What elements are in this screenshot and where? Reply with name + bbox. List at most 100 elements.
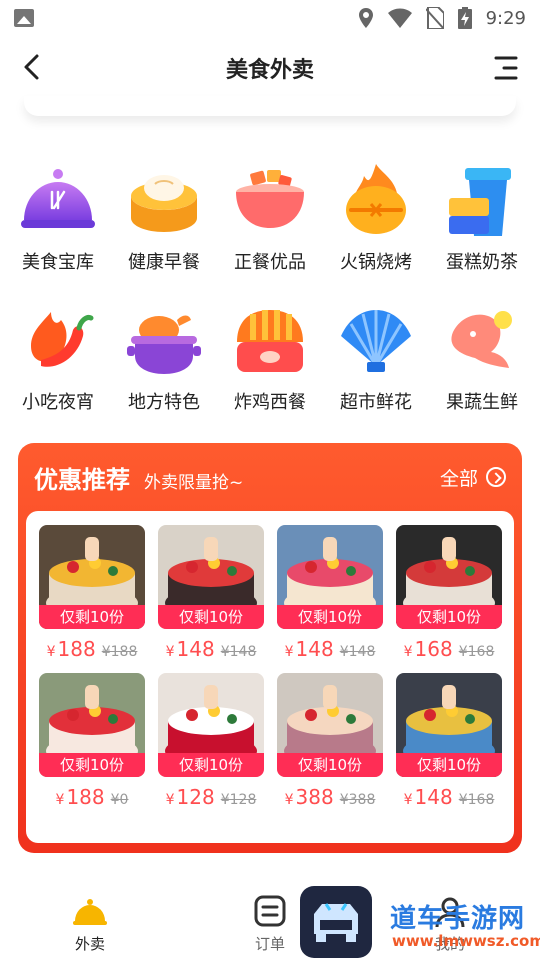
category-dangao[interactable]: 蛋糕奶茶 bbox=[442, 162, 522, 274]
product-grid: 仅剩10份 ¥188 ¥188 仅剩10份 ¥148 ¥148 仅剩10份 ¥148 ¥148 仅… bbox=[39, 525, 502, 809]
wifi-icon bbox=[387, 8, 412, 28]
product-card[interactable]: 仅剩10份 ¥128 ¥128 bbox=[158, 673, 264, 809]
view-all-button[interactable]: 全部 bbox=[440, 464, 506, 491]
product-card[interactable]: 仅剩10份 ¥388 ¥388 bbox=[277, 673, 383, 809]
shell-icon bbox=[341, 310, 411, 372]
current-price: ¥128 bbox=[166, 785, 215, 809]
price-row: ¥148 ¥168 bbox=[396, 785, 502, 809]
current-price: ¥188 bbox=[56, 785, 105, 809]
currency-symbol: ¥ bbox=[403, 792, 413, 808]
current-price: ¥168 bbox=[404, 637, 453, 661]
stock-tag: 仅剩10份 bbox=[39, 753, 145, 777]
category-label: 蛋糕奶茶 bbox=[446, 252, 518, 273]
stock-tag: 仅剩10份 bbox=[396, 753, 502, 777]
product-card[interactable]: 仅剩10份 ¥188 ¥188 bbox=[39, 525, 145, 661]
category-xiaochi[interactable]: 小吃夜宵 bbox=[18, 302, 98, 414]
chevron-right-circle-icon bbox=[486, 467, 506, 487]
clock-time: 9:29 bbox=[485, 7, 526, 29]
current-price: ¥388 bbox=[285, 785, 334, 809]
category-label: 火锅烧烤 bbox=[340, 252, 412, 273]
category-chaoshi[interactable]: 超市鲜花 bbox=[336, 302, 416, 414]
original-price: ¥168 bbox=[458, 644, 495, 660]
product-image: 仅剩10份 bbox=[277, 673, 383, 777]
category-label: 美食宝库 bbox=[22, 252, 94, 273]
promo-section: 优惠推荐 外卖限量抢~ 全部 仅剩10份 ¥188 ¥188 仅剩10份 ¥148 ¥14… bbox=[18, 443, 522, 853]
product-card[interactable]: 仅剩10份 ¥168 ¥168 bbox=[396, 525, 502, 661]
location-icon bbox=[358, 8, 373, 28]
hotpot-flame-icon bbox=[346, 164, 406, 234]
category-label: 超市鲜花 bbox=[340, 392, 412, 413]
cloche-tab-icon bbox=[73, 899, 107, 925]
page-title: 美食外卖 bbox=[225, 58, 314, 83]
product-card[interactable]: 仅剩10份 ¥148 ¥148 bbox=[277, 525, 383, 661]
stock-tag: 仅剩10份 bbox=[277, 605, 383, 629]
product-card[interactable]: 仅剩10份 ¥148 ¥148 bbox=[158, 525, 264, 661]
back-arrow-icon[interactable] bbox=[18, 52, 48, 82]
currency-symbol: ¥ bbox=[55, 792, 65, 808]
category-label: 炸鸡西餐 bbox=[234, 392, 306, 413]
price-row: ¥168 ¥168 bbox=[396, 637, 502, 661]
stock-tag: 仅剩10份 bbox=[158, 605, 264, 629]
cloche-icon bbox=[21, 169, 95, 228]
product-image: 仅剩10份 bbox=[396, 673, 502, 777]
watermark-title: 道车手游网 bbox=[390, 904, 526, 934]
currency-symbol: ¥ bbox=[284, 792, 294, 808]
current-price: ¥148 bbox=[285, 637, 334, 661]
stock-tag: 仅剩10份 bbox=[277, 753, 383, 777]
status-bar: 9:29 bbox=[0, 0, 540, 36]
product-image: 仅剩10份 bbox=[39, 673, 145, 777]
current-price: ¥148 bbox=[404, 785, 453, 809]
category-zaocan[interactable]: 健康早餐 bbox=[124, 162, 204, 274]
nav-header: 美食外卖 bbox=[0, 36, 540, 100]
category-meishi[interactable]: 美食宝库 bbox=[18, 162, 98, 274]
product-card[interactable]: 仅剩10份 ¥188 ¥0 bbox=[39, 673, 145, 809]
original-price: ¥188 bbox=[101, 644, 138, 660]
sushi-icon bbox=[237, 310, 303, 372]
product-card[interactable]: 仅剩10份 ¥148 ¥168 bbox=[396, 673, 502, 809]
currency-symbol: ¥ bbox=[165, 644, 175, 660]
gallery-icon bbox=[14, 9, 34, 27]
product-image: 仅剩10份 bbox=[277, 525, 383, 629]
price-value: 128 bbox=[176, 785, 215, 809]
price-row: ¥188 ¥188 bbox=[39, 637, 145, 661]
category-grid: 美食宝库 健康早餐 正餐优品 火锅烧烤 蛋糕奶茶 小吃夜宵 地方特色 炸鸡西餐 … bbox=[0, 162, 540, 414]
price-row: ¥148 ¥148 bbox=[158, 637, 264, 661]
watermark-url: www.lmwwsz.com bbox=[392, 932, 540, 950]
current-price: ¥148 bbox=[166, 637, 215, 661]
dumpling-steamer-icon bbox=[131, 175, 197, 232]
original-price: ¥128 bbox=[220, 792, 257, 808]
category-label: 果蔬生鲜 bbox=[446, 392, 518, 413]
category-label: 健康早餐 bbox=[128, 252, 200, 273]
category-label: 小吃夜宵 bbox=[22, 392, 94, 413]
menu-icon[interactable] bbox=[494, 54, 518, 82]
category-huoguo[interactable]: 火锅烧烤 bbox=[336, 162, 416, 274]
currency-symbol: ¥ bbox=[165, 792, 175, 808]
product-image: 仅剩10份 bbox=[158, 673, 264, 777]
stock-tag: 仅剩10份 bbox=[158, 753, 264, 777]
promo-products-panel: 仅剩10份 ¥188 ¥188 仅剩10份 ¥148 ¥148 仅剩10份 ¥148 ¥148 仅… bbox=[26, 511, 514, 843]
price-value: 148 bbox=[295, 637, 334, 661]
original-price: ¥0 bbox=[110, 792, 129, 808]
order-list-icon bbox=[254, 895, 286, 927]
tab-label: 外卖 bbox=[74, 935, 105, 953]
view-all-label: 全部 bbox=[439, 467, 478, 490]
price-value: 188 bbox=[57, 637, 96, 661]
current-price: ¥188 bbox=[47, 637, 96, 661]
fish-icon bbox=[451, 311, 512, 368]
original-price: ¥148 bbox=[339, 644, 376, 660]
category-zhaji[interactable]: 炸鸡西餐 bbox=[230, 302, 310, 414]
product-image: 仅剩10份 bbox=[396, 525, 502, 629]
price-row: ¥148 ¥148 bbox=[277, 637, 383, 661]
price-value: 168 bbox=[414, 637, 453, 661]
watermark-logo bbox=[300, 886, 372, 958]
tab-waimai[interactable]: 外卖 bbox=[0, 884, 180, 960]
category-guoshu[interactable]: 果蔬生鲜 bbox=[442, 302, 522, 414]
product-image: 仅剩10份 bbox=[39, 525, 145, 629]
currency-symbol: ¥ bbox=[403, 644, 413, 660]
price-row: ¥188 ¥0 bbox=[39, 785, 145, 809]
price-row: ¥128 ¥128 bbox=[158, 785, 264, 809]
category-zhengcan[interactable]: 正餐优品 bbox=[230, 162, 310, 274]
category-difang[interactable]: 地方特色 bbox=[124, 302, 204, 414]
watermark: 道车手游网 www.lmwwsz.com bbox=[300, 882, 540, 960]
original-price: ¥148 bbox=[220, 644, 257, 660]
